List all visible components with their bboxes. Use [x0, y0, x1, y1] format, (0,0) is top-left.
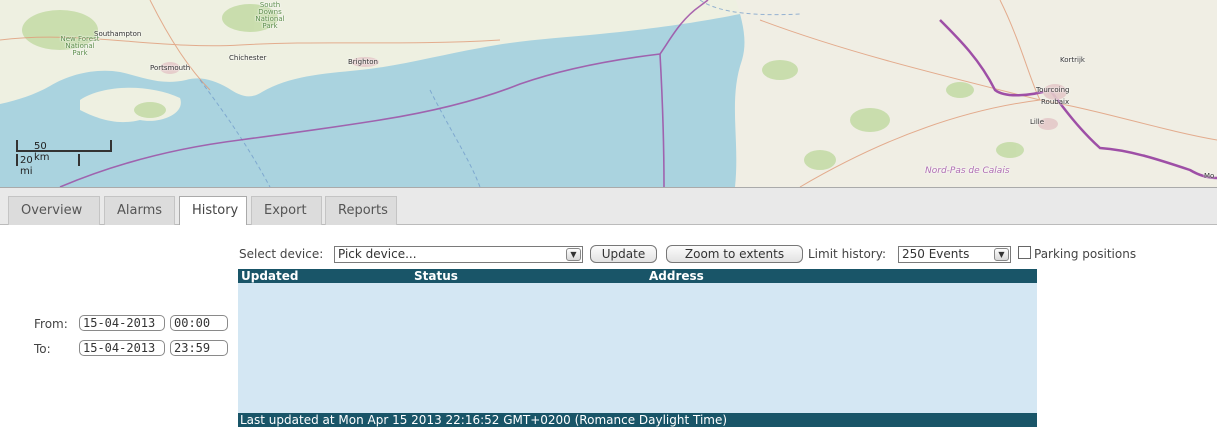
parking-positions-label: Parking positions — [1034, 247, 1137, 261]
tab-alarms[interactable]: Alarms — [104, 196, 175, 226]
map-label-region: Nord-Pas de Calais — [925, 166, 1010, 176]
map-label-portsmouth: Portsmouth — [150, 64, 191, 72]
tab-export[interactable]: Export — [251, 196, 322, 226]
from-date-input[interactable]: 15-04-2013 — [79, 315, 165, 331]
chevron-down-icon[interactable]: ▼ — [994, 248, 1009, 261]
map-tiles — [0, 0, 1217, 187]
select-device-label: Select device: — [239, 247, 324, 261]
map-label-brighton: Brighton — [348, 58, 378, 66]
update-button[interactable]: Update — [590, 245, 657, 263]
column-header-updated[interactable]: Updated — [241, 269, 299, 283]
device-select[interactable]: Pick device... ▼ — [334, 246, 583, 263]
map-label-roubaix: Roubaix — [1041, 98, 1070, 106]
map-label-southampton: Southampton — [94, 30, 142, 38]
limit-history-select[interactable]: 250 Events ▼ — [898, 246, 1011, 263]
chevron-down-icon[interactable]: ▼ — [566, 248, 581, 261]
tab-bar: Overview Alarms History Export Reports — [0, 187, 1217, 227]
tab-history[interactable]: History — [179, 196, 247, 227]
limit-history-value: 250 Events — [902, 247, 970, 261]
to-label: To: — [34, 342, 51, 356]
parking-positions-checkbox[interactable] — [1018, 246, 1031, 259]
tab-overview[interactable]: Overview — [8, 196, 100, 226]
scale-km-label: 50 km — [34, 141, 50, 163]
scale-mi-label: 20 mi — [20, 155, 33, 177]
to-time-input[interactable]: 23:59 — [170, 340, 228, 356]
map-view[interactable]: Southampton Portsmouth Chichester Bright… — [0, 0, 1217, 187]
map-label-south-downs-park: South Downs National Park — [255, 1, 285, 30]
map-label-kortrijk: Kortrijk — [1060, 56, 1085, 64]
tab-reports[interactable]: Reports — [325, 196, 397, 226]
grid-header: Updated Status Address — [238, 269, 1037, 283]
to-date-input[interactable]: 15-04-2013 — [79, 340, 165, 356]
history-grid: Updated Status Address Last updated at M… — [238, 269, 1037, 427]
map-label-chichester: Chichester — [229, 54, 267, 62]
column-header-status[interactable]: Status — [414, 269, 458, 283]
from-time-input[interactable]: 00:00 — [170, 315, 228, 331]
column-header-address[interactable]: Address — [649, 269, 704, 283]
map-label-new-forest-park: New Forest National Park — [60, 35, 100, 57]
grid-footer-status: Last updated at Mon Apr 15 2013 22:16:52… — [238, 413, 1037, 427]
history-panel: From: 15-04-2013 00:00 To: 15-04-2013 23… — [0, 225, 1217, 427]
map-label-mo: Mo — [1204, 172, 1215, 180]
zoom-to-extents-button[interactable]: Zoom to extents — [666, 245, 803, 263]
limit-history-label: Limit history: — [808, 247, 887, 261]
map-label-tourcoing: Tourcoing — [1036, 86, 1070, 94]
device-select-value: Pick device... — [338, 247, 417, 261]
map-label-lille: Lille — [1030, 118, 1045, 126]
from-label: From: — [34, 317, 68, 331]
